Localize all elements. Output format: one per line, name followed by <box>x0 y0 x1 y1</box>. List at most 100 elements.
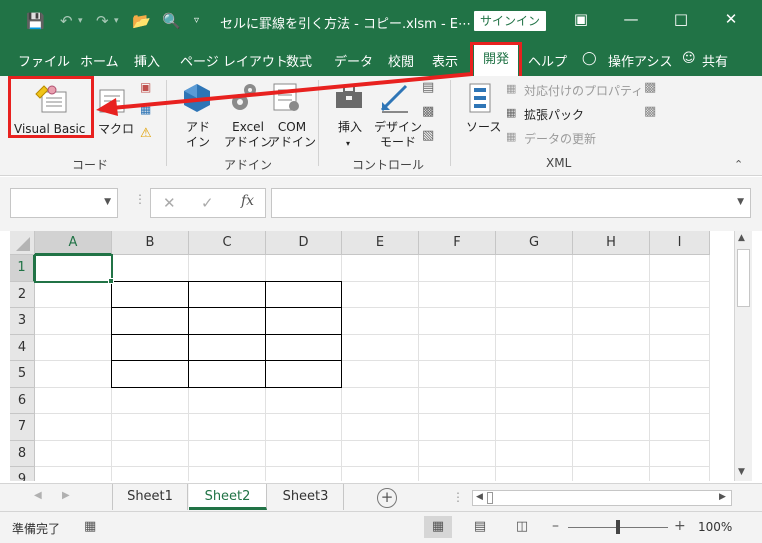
cell-c2[interactable] <box>188 280 266 308</box>
cell-d7[interactable] <box>266 414 342 441</box>
cell-e5[interactable] <box>342 361 419 388</box>
cell-b2[interactable] <box>111 280 189 308</box>
cell-h4[interactable] <box>573 334 650 361</box>
cell-c7[interactable] <box>189 414 266 441</box>
select-all-corner[interactable] <box>10 231 35 255</box>
normal-view-button[interactable]: ▦ <box>424 516 452 538</box>
cell-b7[interactable] <box>112 414 189 441</box>
xml-import-icon[interactable]: ▩ <box>644 80 656 95</box>
fill-handle[interactable] <box>108 277 114 284</box>
cell-e4[interactable] <box>342 334 419 361</box>
zoom-level[interactable]: 100% <box>698 520 732 534</box>
row-header-7[interactable]: 7 <box>10 414 35 441</box>
cell-i7[interactable] <box>650 414 710 441</box>
collapse-ribbon-icon[interactable]: ⌃ <box>734 158 743 171</box>
cell-g9[interactable] <box>496 467 573 481</box>
cell-h1[interactable] <box>573 255 650 282</box>
cell-i3[interactable] <box>650 308 710 335</box>
cell-i4[interactable] <box>650 334 710 361</box>
addin-button[interactable]: アド イン <box>186 120 210 150</box>
cell-g3[interactable] <box>496 308 573 335</box>
tab-data[interactable]: データ <box>334 51 373 70</box>
cell-e3[interactable] <box>342 308 419 335</box>
insert-function-button[interactable]: fx <box>241 193 254 209</box>
cell-h6[interactable] <box>573 387 650 414</box>
cell-g1[interactable] <box>496 255 573 282</box>
cell-g5[interactable] <box>496 361 573 388</box>
open-folder-icon[interactable]: 📂 <box>132 12 151 30</box>
row-header-4[interactable]: 4 <box>10 334 35 361</box>
column-header-f[interactable]: F <box>419 231 496 255</box>
add-sheet-button[interactable]: + <box>377 488 397 508</box>
cell-h8[interactable] <box>573 440 650 467</box>
scroll-right-icon[interactable]: ▶ <box>719 492 726 502</box>
cell-a6[interactable] <box>35 387 112 414</box>
horizontal-scrollbar[interactable]: ◀ ▶ <box>472 490 732 506</box>
excel-addin-button[interactable]: Excel アドイン <box>224 120 272 150</box>
scroll-up-icon[interactable]: ▲ <box>738 233 745 243</box>
zoom-slider-thumb[interactable] <box>616 520 620 534</box>
view-code-icon[interactable]: ▩ <box>422 104 434 119</box>
column-header-d[interactable]: D <box>266 231 342 255</box>
customize-qat-icon[interactable]: ▿ <box>194 15 199 26</box>
undo-icon[interactable]: ↶ <box>60 12 73 30</box>
zoom-out-button[interactable]: – <box>552 518 559 534</box>
insert-control-button[interactable]: 挿入 <box>338 120 362 135</box>
cell-f4[interactable] <box>419 334 496 361</box>
scroll-down-icon[interactable]: ▼ <box>738 467 745 477</box>
cell-e1[interactable] <box>342 255 419 282</box>
minimize-icon[interactable]: — <box>616 10 646 28</box>
cell-b9[interactable] <box>112 467 189 481</box>
sheet-tab-sheet1[interactable]: Sheet1 <box>112 484 188 510</box>
cell-a3[interactable] <box>35 308 112 335</box>
maximize-icon[interactable]: □ <box>666 10 696 28</box>
cell-a2[interactable] <box>35 281 112 308</box>
page-break-view-button[interactable]: ◫ <box>508 516 536 538</box>
redo-icon[interactable]: ↷ <box>96 12 109 30</box>
macro-button[interactable]: マクロ <box>98 122 134 137</box>
cell-b8[interactable] <box>112 440 189 467</box>
vertical-scroll-thumb[interactable] <box>737 249 750 307</box>
tab-insert[interactable]: 挿入 <box>134 51 160 70</box>
scroll-left-icon[interactable]: ◀ <box>476 492 483 502</box>
horizontal-scroll-thumb[interactable] <box>487 492 493 504</box>
com-addin-button[interactable]: COM アドイン <box>268 120 316 150</box>
cell-g6[interactable] <box>496 387 573 414</box>
row-header-1[interactable]: 1 <box>10 255 35 282</box>
cell-d2[interactable] <box>265 280 342 308</box>
run-dialog-icon[interactable]: ▧ <box>422 128 434 143</box>
xml-source-button[interactable]: ソース <box>466 120 501 135</box>
cell-e2[interactable] <box>342 281 419 308</box>
control-properties-icon[interactable]: ▤ <box>422 80 434 95</box>
cell-e6[interactable] <box>342 387 419 414</box>
sheet-tab-sheet3[interactable]: Sheet3 <box>268 484 344 510</box>
name-box-dropdown-icon[interactable]: ▼ <box>104 197 111 207</box>
prev-sheet-icon[interactable]: ◀ <box>34 490 42 501</box>
column-header-g[interactable]: G <box>496 231 573 255</box>
redo-dropdown-icon[interactable]: ▾ <box>114 16 119 26</box>
signin-button[interactable]: サインイン <box>474 11 546 31</box>
cell-f2[interactable] <box>419 281 496 308</box>
vertical-scrollbar[interactable]: ▲ ▼ <box>734 231 752 481</box>
column-header-e[interactable]: E <box>342 231 419 255</box>
refresh-data-button[interactable]: データの更新 <box>524 130 596 147</box>
cell-f6[interactable] <box>419 387 496 414</box>
column-header-h[interactable]: H <box>573 231 650 255</box>
column-header-a[interactable]: A <box>35 231 112 255</box>
cell-f3[interactable] <box>419 308 496 335</box>
xml-export-icon[interactable]: ▩ <box>644 104 656 119</box>
cell-e9[interactable] <box>342 467 419 481</box>
cell-h3[interactable] <box>573 308 650 335</box>
undo-dropdown-icon[interactable]: ▾ <box>78 16 83 26</box>
macro-recording-icon[interactable]: ▦ <box>84 519 96 534</box>
cell-h2[interactable] <box>573 281 650 308</box>
tab-help[interactable]: ヘルプ <box>528 51 567 70</box>
ribbon-display-options-icon[interactable]: ▣ <box>566 10 596 28</box>
cell-c9[interactable] <box>189 467 266 481</box>
map-properties-button[interactable]: 対応付けのプロパティ <box>524 82 643 99</box>
cell-h5[interactable] <box>573 361 650 388</box>
row-header-6[interactable]: 6 <box>10 387 35 414</box>
cell-f5[interactable] <box>419 361 496 388</box>
zoom-in-button[interactable]: + <box>674 518 686 534</box>
tell-me-search[interactable]: 操作アシス <box>608 51 672 70</box>
